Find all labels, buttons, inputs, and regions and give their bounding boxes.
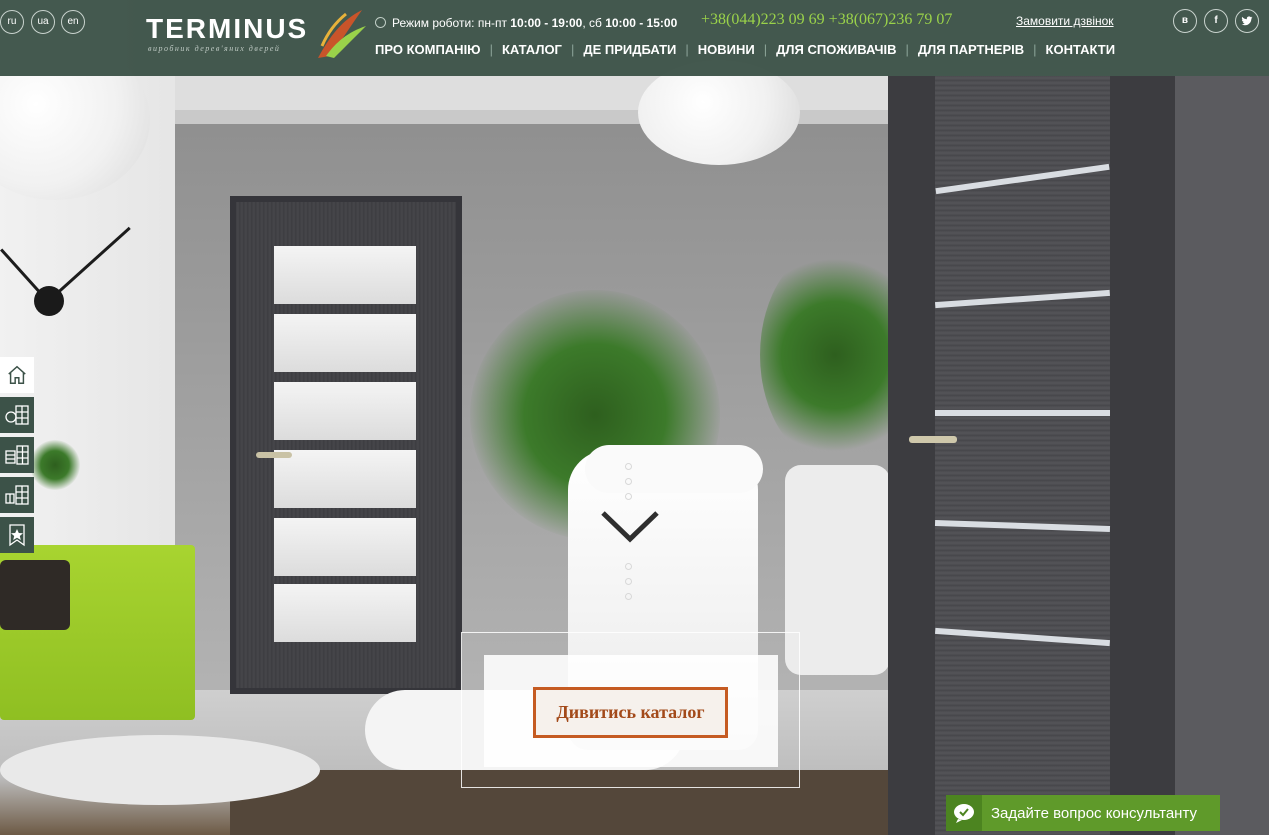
twitter-icon[interactable] [1235,9,1259,33]
wall-right [1175,76,1269,835]
working-hours-label: Режим роботи: пн-пт [392,16,511,30]
door-slit [935,627,1110,647]
door-left-image [230,196,462,694]
consultant-label: Задайте вопрос консультанту [991,804,1197,822]
nav-item-news[interactable]: НОВИНИ [698,42,755,57]
door-slit [934,519,1111,533]
site-header: ru ua en TERMINUS виробник дерев'яних дв… [0,0,1269,76]
scroll-dot [625,563,632,570]
door-handle [909,436,957,443]
main-nav: ПРО КОМПАНІЮ | КАТАЛОГ | ДЕ ПРИДБАТИ | Н… [375,40,1115,58]
working-hours-sep: , сб [582,16,606,30]
consultant-chat-button[interactable]: Задайте вопрос консультанту [946,795,1220,831]
phone-numbers[interactable]: +38(044)223 09 69 +38(067)236 79 07 [701,11,952,29]
sidebar-catalog-doors-button[interactable] [0,397,34,433]
view-catalog-button[interactable]: Дивитись каталог [533,687,728,738]
chair-headrest [585,445,763,493]
wall-clock [34,286,64,316]
callback-link[interactable]: Замовити дзвінок [1016,14,1114,28]
facebook-icon[interactable]: f [1204,9,1228,33]
door-glass-panel [274,450,416,508]
door-handle [256,452,292,458]
logo-leaf-icon[interactable] [312,6,368,62]
nav-separator: | [570,41,575,57]
nav-item-partners[interactable]: ДЛЯ ПАРТНЕРІВ [918,42,1024,57]
scroll-dot [625,593,632,600]
nav-separator: | [905,41,909,57]
door-slit [935,289,1110,309]
vk-icon[interactable]: в [1173,9,1197,33]
scroll-dot [625,493,632,500]
nav-item-consumers[interactable]: ДЛЯ СПОЖИВАЧІВ [776,42,896,57]
nav-separator: | [763,41,768,57]
door-glass-panel [274,314,416,372]
nav-separator: | [489,41,493,57]
nav-item-contacts[interactable]: КОНТАКТИ [1046,42,1116,57]
favorites-icon [9,524,25,547]
logo-title[interactable]: TERMINUS [146,14,308,44]
chat-icon [954,804,974,823]
catalog-doors-icon [5,405,29,425]
coffee-table [0,735,320,805]
scroll-dot [625,478,632,485]
door-glass-panel [274,382,416,440]
lang-ru-button[interactable]: ru [0,10,24,34]
door-slit [935,163,1110,195]
door-glass-panel [274,246,416,304]
working-hours-weekday: 10:00 - 19:00 [510,16,583,30]
home-icon [8,365,26,384]
sidebar-catalog-grid-button[interactable] [0,477,34,513]
dining-chair [785,465,890,675]
catalog-grid-icon [5,485,29,505]
chat-icon-wrapper [946,795,982,831]
working-hours-saturday: 10:00 - 15:00 [605,16,678,30]
clock-icon [375,17,386,28]
nav-item-about[interactable]: ПРО КОМПАНІЮ [375,42,481,57]
nav-separator: | [685,41,689,57]
logo-subtitle: виробник дерев'яних дверей [148,44,281,53]
sidebar-home-button[interactable] [0,357,34,393]
door-slit [935,410,1110,416]
nav-item-where-to-buy[interactable]: ДЕ ПРИДБАТИ [583,42,676,57]
door-right-image [909,76,1111,835]
door-glass-panel [274,518,416,576]
nav-separator: | [1033,41,1037,57]
sidebar-catalog-list-button[interactable] [0,437,34,473]
lang-ua-button[interactable]: ua [31,10,55,34]
working-hours: Режим роботи: пн-пт 10:00 - 19:00, сб 10… [392,16,677,30]
scroll-down-chevron-icon[interactable] [600,505,660,545]
door-glass-panel [274,584,416,642]
sidebar-favorites-button[interactable] [0,517,34,553]
scroll-dot [625,463,632,470]
nav-item-catalog[interactable]: КАТАЛОГ [502,42,562,57]
sofa-cushion [0,560,70,630]
plant-small [30,440,80,490]
lang-en-button[interactable]: en [61,10,85,34]
scroll-dot [625,578,632,585]
catalog-list-icon [5,445,29,465]
